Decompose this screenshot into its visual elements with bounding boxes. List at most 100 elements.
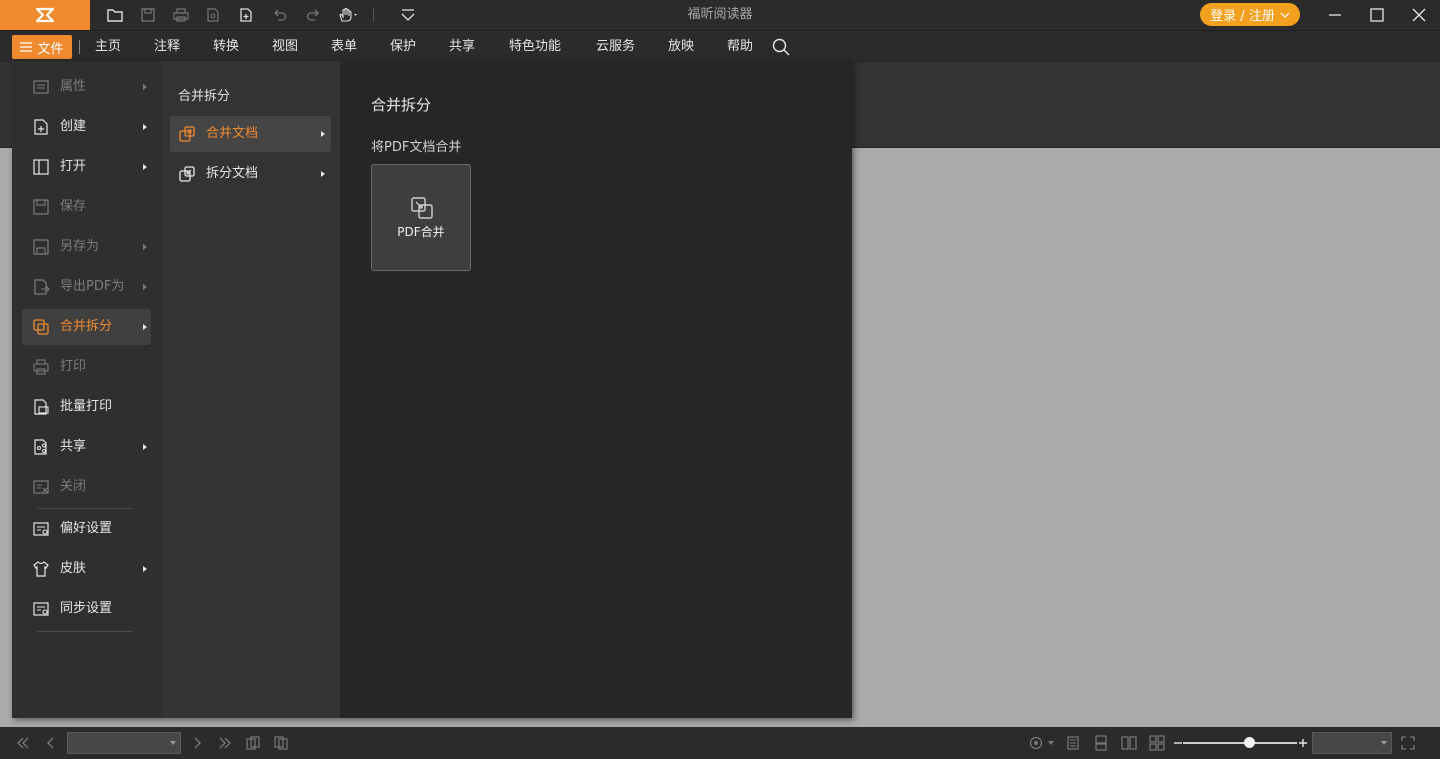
properties-icon — [33, 80, 49, 94]
tab-cloud[interactable]: 云服务 — [596, 31, 635, 63]
tab-protect[interactable]: 保护 — [390, 31, 416, 63]
file-item-label: 打印 — [60, 359, 87, 374]
page-number-combo[interactable] — [67, 732, 181, 754]
tab-view[interactable]: 视图 — [272, 31, 298, 63]
tab-comment[interactable]: 注释 — [154, 31, 180, 63]
tab-share[interactable]: 共享 — [449, 31, 475, 63]
tab-slideshow[interactable]: 放映 — [668, 31, 694, 63]
pane-subtitle: 将PDF文档合并 — [371, 140, 462, 155]
merge-document-label: 合并文档 — [206, 126, 259, 141]
file-backstage-panel: 属性 创建 打开 保存 另存为 导出PDF为 合并拆分 打印 批量打印 共享 关… — [12, 61, 852, 718]
file-item-skin[interactable]: 皮肤 — [22, 551, 151, 587]
open-folder-icon[interactable] — [103, 4, 127, 26]
next-page-icon[interactable] — [189, 735, 205, 751]
pane-title: 合并拆分 — [371, 96, 432, 114]
file-item-preferences[interactable]: 偏好设置 — [22, 511, 151, 547]
file-item-label: 保存 — [60, 199, 87, 214]
hamburger-icon — [20, 42, 33, 52]
facing-page-icon[interactable] — [1121, 735, 1137, 751]
next-view-icon[interactable] — [273, 735, 289, 751]
file-item-label: 合并拆分 — [60, 319, 113, 334]
export-icon — [34, 279, 50, 295]
file-item-label: 同步设置 — [60, 601, 113, 616]
file-item-open[interactable]: 打开 — [22, 149, 151, 185]
close-doc-icon — [33, 480, 49, 494]
menu-divider — [37, 508, 133, 509]
title-bar: 福昕阅读器 登录 / 注册 — [0, 0, 1440, 30]
chevron-down-icon — [1280, 12, 1290, 18]
search-icon[interactable] — [771, 37, 791, 57]
menu-separator — [79, 40, 80, 54]
window-title: 福昕阅读器 — [687, 7, 753, 22]
tab-convert[interactable]: 转换 — [213, 31, 239, 63]
toolbar-separator — [373, 8, 374, 22]
zoom-level-combo[interactable] — [1312, 732, 1392, 754]
file-item-label: 打开 — [60, 159, 87, 174]
submenu-arrow-icon — [143, 244, 147, 250]
pdf-merge-button[interactable]: PDF合并 — [371, 164, 471, 271]
continuous-page-icon[interactable] — [1093, 735, 1109, 751]
merge-document-icon — [179, 126, 195, 142]
read-mode-icon[interactable] — [1028, 735, 1058, 751]
file-item-merge-split[interactable]: 合并拆分 — [22, 309, 151, 345]
submenu-arrow-icon — [143, 164, 147, 170]
file-menu-button[interactable]: 文件 — [12, 35, 72, 59]
file-item-sync-settings[interactable]: 同步设置 — [22, 591, 151, 627]
fullscreen-icon[interactable] — [1400, 735, 1416, 751]
close-window-button[interactable] — [1396, 0, 1440, 30]
minimize-icon — [1329, 14, 1341, 16]
file-item-label: 偏好设置 — [60, 521, 113, 536]
redo-icon — [301, 4, 325, 26]
submenu-arrow-icon — [143, 284, 147, 290]
zoom-slider-thumb[interactable] — [1243, 737, 1255, 748]
tab-form[interactable]: 表单 — [331, 31, 357, 63]
save-icon — [136, 4, 160, 26]
merge-document-item[interactable]: 合并文档 — [170, 116, 331, 152]
file-item-share[interactable]: 共享 — [22, 429, 151, 465]
file-item-label: 关闭 — [60, 479, 87, 494]
previous-view-icon[interactable] — [245, 735, 261, 751]
close-icon — [1412, 8, 1426, 22]
file-item-batch-print[interactable]: 批量打印 — [22, 389, 151, 425]
submenu-arrow-icon — [321, 131, 325, 137]
previous-page-icon[interactable] — [43, 735, 59, 751]
minimize-button[interactable] — [1312, 0, 1358, 30]
continuous-facing-icon[interactable] — [1149, 735, 1165, 751]
file-item-label: 皮肤 — [60, 561, 87, 576]
file-item-label: 另存为 — [60, 239, 100, 254]
new-file-icon[interactable] — [234, 4, 258, 26]
submenu-arrow-icon — [143, 324, 147, 330]
zoom-in-icon[interactable] — [1297, 735, 1309, 751]
hand-tool-icon[interactable] — [336, 4, 362, 26]
submenu-arrow-icon — [143, 566, 147, 572]
last-page-icon[interactable] — [217, 735, 233, 751]
tab-features[interactable]: 特色功能 — [509, 31, 561, 63]
merge-content-pane: 合并拆分 将PDF文档合并 PDF合并 — [340, 61, 852, 718]
print-icon — [169, 4, 193, 26]
file-item-create[interactable]: 创建 — [22, 109, 151, 145]
open-icon — [33, 159, 49, 175]
first-page-icon[interactable] — [15, 735, 31, 751]
foxit-logo-icon[interactable] — [0, 0, 90, 30]
print-preview-icon — [201, 4, 225, 26]
file-item-export: 导出PDF为 — [22, 269, 151, 305]
submenu-title: 合并拆分 — [178, 89, 231, 104]
login-button[interactable]: 登录 / 注册 — [1200, 3, 1300, 26]
single-page-icon[interactable] — [1065, 735, 1081, 751]
submenu-arrow-icon — [143, 84, 147, 90]
customize-icon[interactable] — [396, 4, 420, 26]
share-icon — [34, 439, 47, 455]
submenu-arrow-icon — [143, 444, 147, 450]
sync-settings-icon — [33, 602, 49, 616]
create-icon — [34, 119, 48, 135]
tab-help[interactable]: 帮助 — [727, 31, 753, 63]
dropdown-arrow-icon — [1381, 741, 1387, 745]
tab-home[interactable]: 主页 — [95, 31, 121, 63]
file-item-print: 打印 — [22, 349, 151, 385]
file-item-properties: 属性 — [22, 69, 151, 105]
zoom-slider[interactable] — [1183, 742, 1297, 744]
save-as-icon — [33, 239, 49, 255]
batch-print-icon — [34, 399, 49, 415]
split-document-item[interactable]: 拆分文档 — [170, 156, 331, 192]
maximize-button[interactable] — [1354, 0, 1400, 30]
